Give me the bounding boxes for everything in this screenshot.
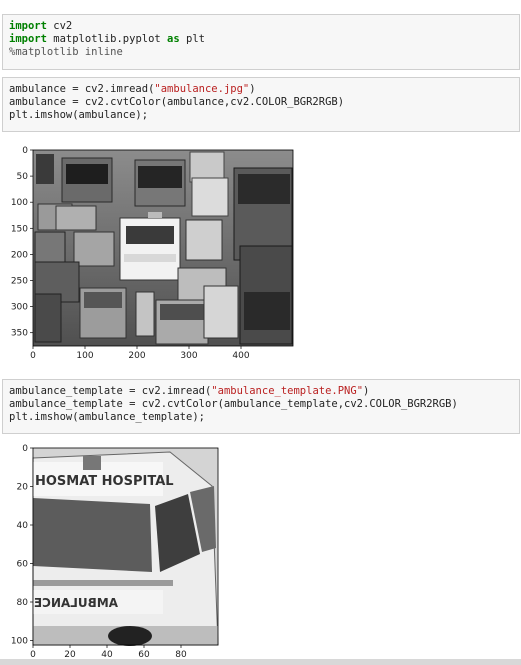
- y-tick-label: 100: [11, 637, 28, 647]
- code-line: plt.imshow(ambulance);: [9, 109, 513, 122]
- template-sign-top: HOSMAT HOSPITAL: [35, 474, 174, 489]
- y-tick-label: 0: [22, 444, 28, 454]
- y-tick-label: 60: [17, 560, 29, 570]
- y-tick-label: 100: [11, 198, 28, 208]
- code-token: ambulance = cv2.cvtColor(ambulance,cv2.C…: [9, 96, 345, 108]
- y-tick-label: 0: [22, 146, 28, 156]
- code-token: cv2: [46, 20, 73, 32]
- x-tick-label: 100: [76, 351, 93, 361]
- code-line: ambulance_template = cv2.imread("ambulan…: [9, 385, 513, 398]
- code-cell-imports[interactable]: import cv2 import matplotlib.pyplot as pl…: [2, 14, 520, 70]
- code-token: "ambulance_template.PNG": [211, 385, 364, 397]
- code-line: ambulance = cv2.imread("ambulance.jpg"): [9, 83, 513, 96]
- x-tick-label: 300: [180, 351, 197, 361]
- y-axis-ticks: 0 20 40 60 80 100: [11, 444, 33, 647]
- y-tick-label: 200: [11, 250, 28, 260]
- y-tick-label: 250: [11, 277, 28, 287]
- horizontal-scrollbar[interactable]: [0, 659, 521, 665]
- code-token: as: [167, 33, 180, 45]
- x-tick-label: 0: [30, 351, 36, 361]
- code-token: import: [9, 33, 47, 45]
- code-line: ambulance = cv2.cvtColor(ambulance,cv2.C…: [9, 96, 513, 109]
- x-axis-ticks: 0 20 40 60 80: [30, 645, 187, 660]
- ambulance-plot: 0 100 200 300 400 0 50 100 150 200 250 300 350: [11, 146, 294, 361]
- code-line: %matplotlib inline: [9, 46, 513, 59]
- code-token: ): [363, 385, 370, 397]
- x-tick-label: 200: [128, 351, 145, 361]
- x-axis-ticks: 0 100 200 300 400: [30, 346, 250, 361]
- code-line: import cv2: [9, 20, 513, 33]
- y-tick-label: 40: [17, 521, 29, 531]
- ambulance-image: [33, 150, 293, 346]
- code-token: ): [249, 83, 256, 95]
- code-cell-read-ambulance[interactable]: ambulance = cv2.imread("ambulance.jpg") a…: [2, 77, 520, 132]
- code-line: ambulance_template = cv2.cvtColor(ambula…: [9, 398, 513, 411]
- code-token: plt.imshow(ambulance);: [9, 109, 149, 121]
- y-axis-ticks: 0 50 100 150 200 250 300 350: [11, 146, 33, 339]
- code-token: plt: [179, 33, 205, 45]
- code-token: ambulance = cv2.imread(: [9, 83, 155, 95]
- ambulance-template-plot: HOSMAT HOSPITAL AMBULANCE 0 20 40 60 80 0204…: [11, 444, 219, 660]
- y-tick-label: 350: [11, 329, 28, 339]
- code-line: plt.imshow(ambulance_template);: [9, 411, 513, 424]
- code-token: plt.imshow(ambulance_template);: [9, 411, 205, 423]
- y-tick-label: 20: [17, 483, 29, 493]
- y-tick-label: 150: [11, 224, 28, 234]
- code-token: import: [9, 20, 47, 32]
- y-tick-label: 300: [11, 303, 28, 313]
- code-cell-read-template[interactable]: ambulance_template = cv2.imread("ambulan…: [2, 379, 520, 434]
- y-tick-label: 50: [17, 172, 29, 182]
- code-token: ambulance_template = cv2.cvtColor(ambula…: [9, 398, 458, 410]
- x-tick-label: 400: [232, 351, 249, 361]
- code-line: import matplotlib.pyplot as plt: [9, 33, 513, 46]
- code-token: %matplotlib inline: [9, 46, 123, 58]
- template-sign-bottom: AMBULANCE: [34, 596, 118, 610]
- code-token: matplotlib.pyplot: [46, 33, 168, 45]
- code-token: "ambulance.jpg": [154, 83, 250, 95]
- code-token: ambulance_template = cv2.imread(: [9, 385, 212, 397]
- ambulance-template-image: HOSMAT HOSPITAL AMBULANCE: [32, 448, 219, 646]
- y-tick-label: 80: [17, 598, 29, 608]
